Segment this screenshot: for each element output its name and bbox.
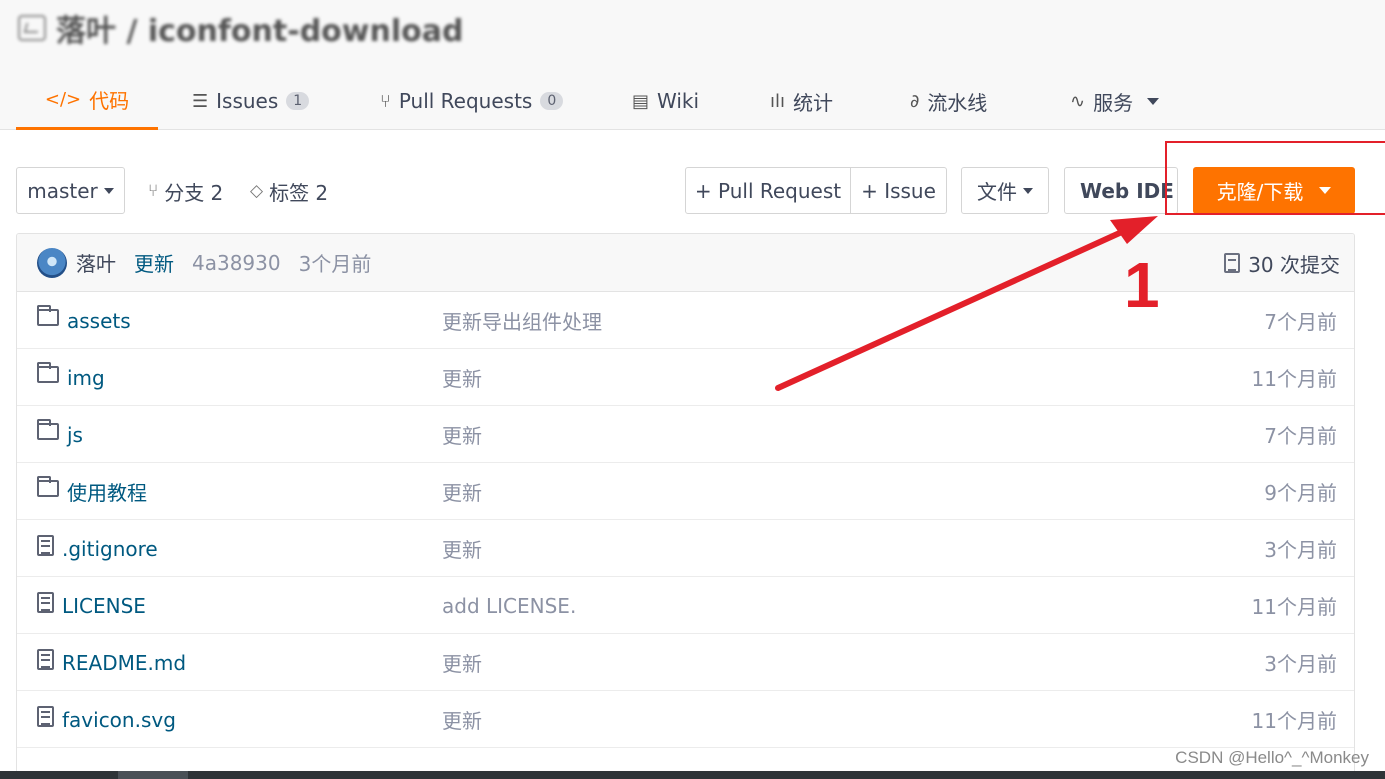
annotation-arrow [775,216,1158,391]
taskbar-segment [118,771,188,779]
annotation-number: 1 [1124,249,1160,321]
watermark: CSDN @Hello^_^Monkey [1175,748,1369,767]
taskbar-strip [0,771,1385,779]
